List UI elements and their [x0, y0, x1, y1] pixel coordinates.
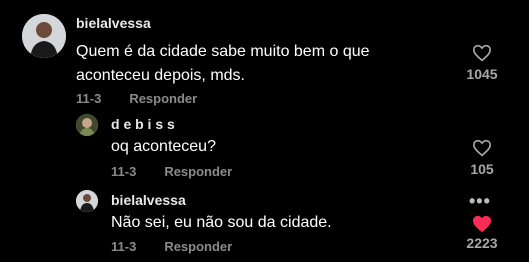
- comment-text-line: Quem é da cidade sabe muito bem o que: [76, 43, 370, 60]
- like-count: 1045: [466, 66, 498, 82]
- avatar[interactable]: [22, 14, 66, 58]
- comment-meta: 11-3 Responder: [111, 239, 232, 254]
- comment-meta: 11-3 Responder: [76, 91, 197, 106]
- profile-photo-icon: [76, 190, 98, 212]
- reply-button[interactable]: Responder: [129, 91, 197, 106]
- comment-date: 11-3: [76, 91, 102, 106]
- comment-date: 11-3: [111, 239, 137, 254]
- like-button[interactable]: 105: [457, 139, 507, 177]
- comment-text-line: aconteceu depois, mds.: [76, 67, 245, 84]
- reply-button[interactable]: Responder: [164, 239, 232, 254]
- profile-photo-icon: [76, 114, 98, 136]
- heart-outline-icon: [472, 44, 492, 62]
- comment-meta: 11-3 Responder: [111, 164, 232, 179]
- comment-text: Quem é da cidade sabe muito bem o que ac…: [76, 40, 370, 88]
- comment-date: 11-3: [111, 164, 137, 179]
- comment-text: Não sei, eu não sou da cidade.: [111, 214, 332, 231]
- like-button[interactable]: 2223: [457, 215, 507, 251]
- like-count: 2223: [466, 235, 498, 251]
- reply-button[interactable]: Responder: [164, 164, 232, 179]
- comment-text: oq aconteceu?: [111, 138, 216, 155]
- more-options-button[interactable]: •••: [469, 192, 491, 210]
- like-button[interactable]: 1045: [457, 44, 507, 82]
- comment-username[interactable]: bielalvessa: [111, 192, 186, 208]
- avatar[interactable]: [76, 114, 98, 136]
- heart-outline-icon: [472, 139, 492, 157]
- heart-filled-icon: [473, 215, 491, 233]
- profile-photo-icon: [22, 14, 66, 58]
- avatar[interactable]: [76, 190, 98, 212]
- comment-username[interactable]: d e b i s s: [111, 116, 175, 132]
- comment-username[interactable]: bielalvessa: [76, 15, 151, 31]
- like-count: 105: [470, 161, 494, 177]
